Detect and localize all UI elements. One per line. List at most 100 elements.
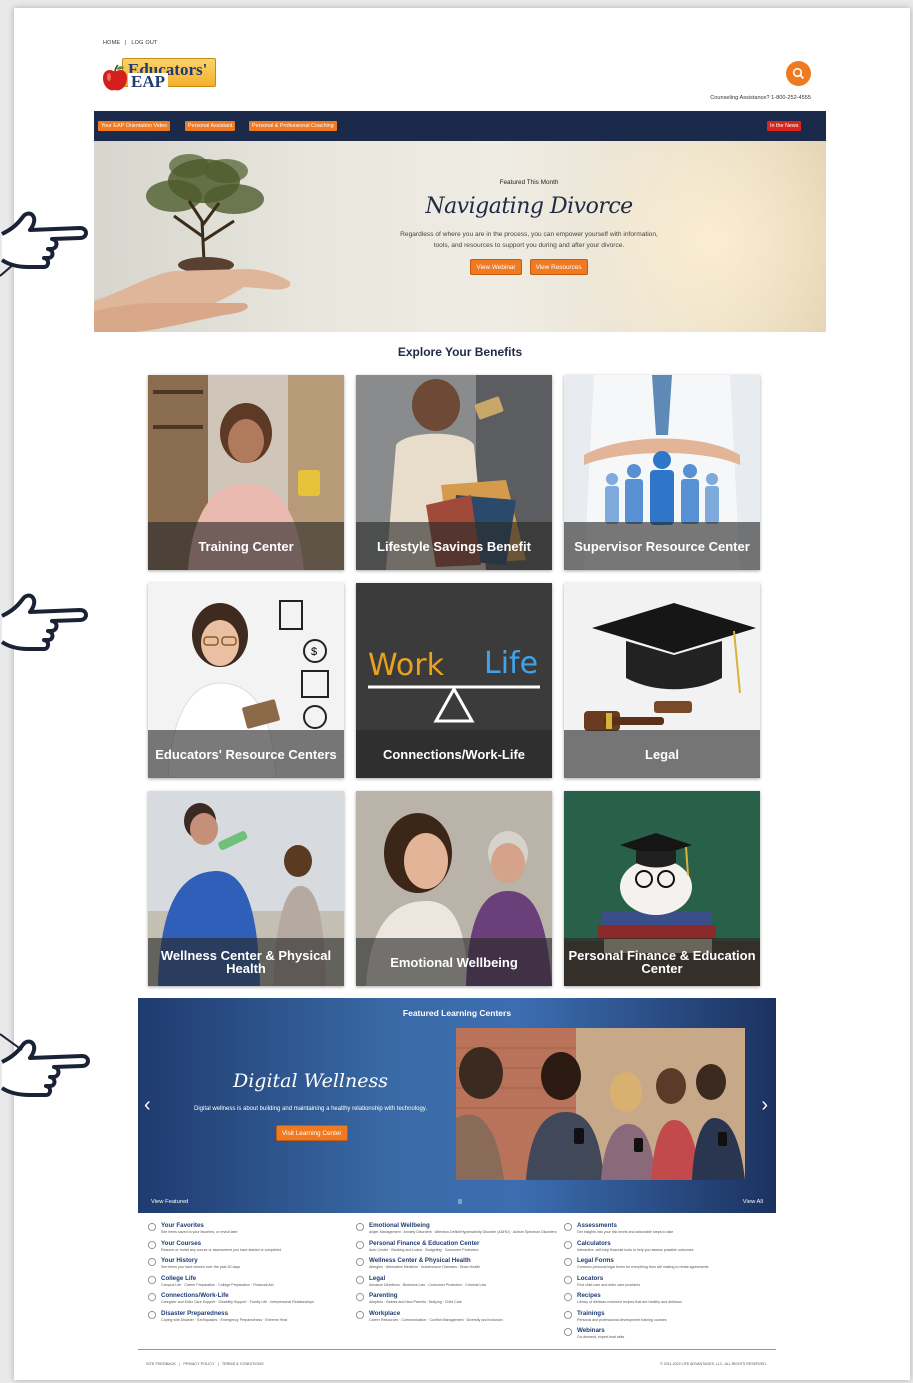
hero-description: Regardless of where you are in the proce…: [400, 231, 658, 249]
tile-emotional-wellbeing[interactable]: Emotional Wellbeing: [356, 791, 552, 986]
resource-link-title[interactable]: Your Favorites: [161, 1222, 204, 1229]
logout-link[interactable]: LOG OUT: [131, 40, 157, 46]
tile-caption: Legal: [564, 730, 760, 778]
tile-training-center[interactable]: Training Center: [148, 375, 344, 570]
footer-divider: [138, 1349, 776, 1350]
emotional-icon: [355, 1222, 365, 1232]
resource-link-description: Allergies · Alternative Medicine · Autoi…: [369, 1265, 481, 1269]
resource-link-description: Resume or revisit any course or assessme…: [161, 1247, 282, 1252]
carousel-next-arrow[interactable]: ›: [761, 1094, 768, 1117]
nav-in-the-news[interactable]: In the News: [767, 121, 802, 131]
resource-link-title[interactable]: Wellness Center & Physical Health: [369, 1257, 471, 1264]
footer-separator: |: [217, 1362, 219, 1366]
tile-caption: Lifestyle Savings Benefit: [356, 522, 552, 570]
resource-link-description: Interactive, self-help financial tools t…: [577, 1247, 694, 1252]
terms-conditions-link[interactable]: TERMS & CONDITIONS: [222, 1362, 264, 1366]
training-icon: [563, 1310, 573, 1319]
resource-link-title[interactable]: College Life: [161, 1275, 196, 1282]
resource-link-title[interactable]: Disaster Preparedness: [161, 1310, 228, 1317]
featured-label: Featured This Month: [499, 179, 559, 186]
tile-caption: Connections/Work-Life: [356, 730, 552, 778]
footer-links: SITE FEEDBACK | PRIVACY POLICY | TERMS &…: [146, 1362, 264, 1366]
logo-eap: EAP: [128, 73, 168, 91]
tile-caption: Personal Finance & Education Center: [564, 938, 760, 986]
locator-icon: [563, 1275, 573, 1284]
search-icon: [792, 67, 805, 80]
assessment-icon: [563, 1222, 573, 1232]
digital-wellness-photo: [456, 1028, 745, 1180]
featured-learning-title: Featured Learning Centers: [402, 1008, 512, 1018]
footer-separator: |: [179, 1362, 181, 1366]
resource-link-title[interactable]: Calculators: [577, 1240, 611, 1247]
legal-icon: [355, 1275, 365, 1284]
featured-hero-banner: Featured This Month Navigating Divorce R…: [94, 141, 826, 332]
nav-separator: |: [125, 40, 127, 46]
webinar-icon: [563, 1327, 573, 1337]
tile-personal-finance[interactable]: Personal Finance & Education Center: [564, 791, 760, 986]
hero-content: Featured This Month Navigating Divorce R…: [394, 179, 664, 275]
home-link[interactable]: HOME: [103, 40, 120, 46]
hero-title: Navigating Divorce: [425, 194, 633, 219]
resource-link-title[interactable]: Legal Forms: [577, 1257, 614, 1264]
carousel-description: Digital wellness is about building and m…: [193, 1106, 428, 1112]
view-webinar-button[interactable]: View Webinar: [470, 259, 522, 275]
resource-link-description: On-demand, expert-lead talks: [577, 1335, 625, 1339]
view-featured-link[interactable]: View Featured: [151, 1199, 188, 1205]
nav-orientation-video[interactable]: Your EAP Orientation Video: [98, 121, 171, 131]
apple-icon: [103, 64, 127, 91]
resource-link-description: Get insights into your risk levels and a…: [577, 1230, 674, 1234]
resource-link-description: Campus Life · Career Preparation · Colle…: [161, 1282, 274, 1287]
finance-icon: [355, 1240, 365, 1249]
resource-link-description: Personal and professional development tr…: [577, 1317, 667, 1322]
carousel-prev-arrow[interactable]: ‹: [144, 1094, 151, 1117]
nav-personal-assistant[interactable]: Personal Assistant: [185, 121, 236, 131]
resource-link-title[interactable]: Assessments: [577, 1222, 617, 1229]
disaster-icon: [147, 1310, 157, 1319]
resource-link-description: Coping with Disaster · Earthquakes · Eme…: [161, 1317, 288, 1322]
view-resources-button[interactable]: View Resources: [529, 259, 588, 275]
history-icon: [147, 1257, 157, 1267]
resource-link-title[interactable]: Connections/Work-Life: [161, 1292, 229, 1299]
view-all-link[interactable]: View All: [743, 1199, 763, 1205]
resource-link-description: See items you have viewed over the past …: [161, 1265, 241, 1269]
resource-link-title[interactable]: Locators: [577, 1275, 603, 1282]
wellness-icon: [355, 1257, 365, 1267]
nav-coaching[interactable]: Personal & Professional Coaching: [249, 121, 337, 131]
tile-connections-worklife[interactable]: Work Life Connections/Work-Life: [356, 583, 552, 778]
visit-learning-center-button[interactable]: Visit Learning Center: [276, 1125, 348, 1141]
tile-supervisor-resource[interactable]: Supervisor Resource Center: [564, 375, 760, 570]
tile-wellness-physical[interactable]: Wellness Center & Physical Health: [148, 791, 344, 986]
tile-caption: Educators' Resource Centers: [148, 730, 344, 778]
svg-text:$: $: [311, 646, 317, 658]
resource-link-title[interactable]: Emotional Wellbeing: [369, 1222, 430, 1229]
tile-educators-resource[interactable]: $ Educators' Resource Centers: [148, 583, 344, 778]
resource-link-description: See items saved to your favorites, or re…: [161, 1230, 238, 1234]
carousel-pause-button[interactable]: II: [458, 1199, 462, 1206]
resource-link-title[interactable]: Recipes: [577, 1292, 601, 1299]
site-feedback-link[interactable]: SITE FEEDBACK: [146, 1362, 176, 1366]
resource-link-title[interactable]: Workplace: [369, 1310, 400, 1317]
work-word: Work: [368, 648, 445, 683]
search-button[interactable]: [786, 61, 811, 86]
resource-link-title[interactable]: Your Courses: [161, 1240, 201, 1247]
copyright: © 2011-2022 LIFE ADVANTAGES, LLC. ALL RI…: [660, 1362, 767, 1366]
page-container: HOME | LOG OUT Educators' EAP Counseling…: [14, 8, 910, 1380]
resource-link-title[interactable]: Webinars: [577, 1327, 605, 1334]
resource-link-title[interactable]: Trainings: [577, 1310, 605, 1317]
resource-link-description: Adoption · Babies and New Parents · Bull…: [369, 1300, 462, 1304]
resource-link-title[interactable]: Legal: [369, 1275, 385, 1282]
resource-link-description: Find child care and elder care providers: [577, 1282, 641, 1287]
pointing-hand-icon: [0, 593, 88, 651]
resource-link-title[interactable]: Your History: [161, 1257, 198, 1264]
tile-lifestyle-savings[interactable]: Lifestyle Savings Benefit: [356, 375, 552, 570]
privacy-policy-link[interactable]: PRIVACY POLICY: [183, 1362, 214, 1366]
resource-link-title[interactable]: Parenting: [369, 1292, 398, 1299]
tile-caption: Training Center: [148, 522, 344, 570]
main-navbar: Your EAP Orientation Video Personal Assi…: [94, 111, 826, 141]
resource-link-title[interactable]: Personal Finance & Education Center: [369, 1240, 479, 1247]
explore-benefits-title: Explore Your Benefits: [397, 345, 523, 359]
resource-link-description: Library of dietician-reviewed recipes th…: [577, 1300, 683, 1304]
tile-legal[interactable]: Legal: [564, 583, 760, 778]
resource-link-description: Anger Management · Anxiety Disorders · A…: [369, 1230, 557, 1234]
educators-eap-logo[interactable]: Educators' EAP: [100, 58, 220, 94]
